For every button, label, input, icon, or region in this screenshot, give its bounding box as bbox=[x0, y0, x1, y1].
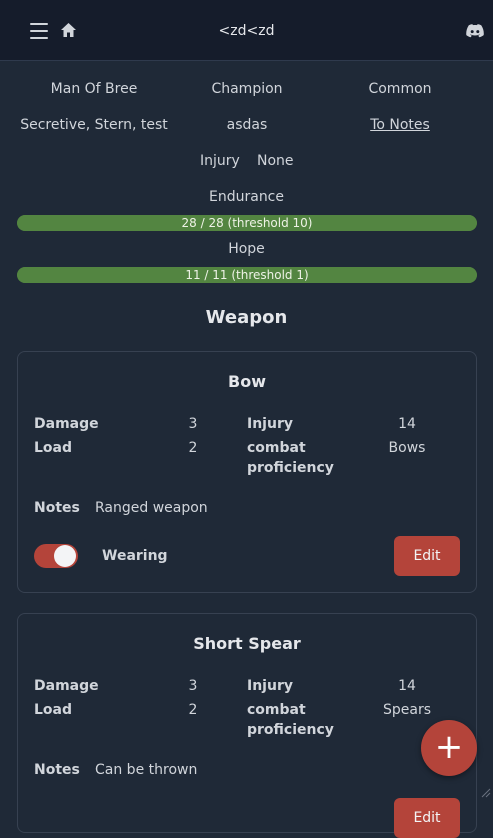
weapon-name: Bow bbox=[228, 372, 266, 391]
combat-proficiency-label: combat bbox=[247, 440, 306, 456]
wearing-label: Wearing bbox=[102, 548, 168, 564]
combat-proficiency-label-2: proficiency bbox=[247, 460, 334, 476]
proficiency-value: Spears bbox=[382, 702, 431, 718]
culture-text: Man Of Bree bbox=[50, 81, 138, 97]
hope-bar-text: 11 / 11 (threshold 1) bbox=[185, 268, 309, 282]
combat-proficiency-label: combat bbox=[247, 702, 306, 718]
notes-value: Ranged weapon bbox=[95, 500, 208, 516]
hope-bar: 11 / 11 (threshold 1) bbox=[17, 267, 477, 283]
injury-label: Injury bbox=[200, 153, 240, 169]
injury-value: None bbox=[257, 153, 294, 169]
load-value: 2 bbox=[188, 702, 198, 718]
notes-label: Notes bbox=[34, 762, 80, 778]
section-title: Weapon bbox=[205, 307, 288, 328]
edit-button[interactable]: Edit bbox=[394, 536, 460, 576]
hope-label: Hope bbox=[228, 241, 265, 257]
damage-value: 3 bbox=[188, 678, 198, 694]
top-app-bar: <zd<zd bbox=[0, 0, 493, 61]
standard-of-living-text: Common bbox=[368, 81, 432, 97]
app-title: <zd<zd bbox=[218, 23, 275, 39]
to-notes-link[interactable]: To Notes bbox=[370, 117, 430, 133]
proficiency-value: Bows bbox=[388, 440, 426, 456]
endurance-bar: 28 / 28 (threshold 10) bbox=[17, 215, 477, 231]
weapon-name: Short Spear bbox=[193, 634, 301, 653]
injury-value: 14 bbox=[398, 416, 416, 432]
to-notes-link-wrapper[interactable]: To Notes bbox=[306, 117, 493, 133]
injury-value: 14 bbox=[398, 678, 416, 694]
notes-value: Can be thrown bbox=[95, 762, 198, 778]
toggle-knob bbox=[54, 545, 76, 567]
edit-button[interactable]: Edit bbox=[394, 798, 460, 838]
notes-label: Notes bbox=[34, 500, 80, 516]
load-label: Load bbox=[34, 702, 73, 718]
calling-text: Champion bbox=[211, 81, 283, 97]
load-label: Load bbox=[34, 440, 73, 456]
wearing-toggle[interactable] bbox=[34, 544, 78, 568]
discord-icon[interactable] bbox=[466, 24, 484, 42]
resize-grip-icon[interactable] bbox=[479, 786, 491, 798]
patron-text: asdas bbox=[226, 117, 268, 133]
damage-label: Damage bbox=[34, 678, 99, 694]
combat-proficiency-label-2: proficiency bbox=[247, 722, 334, 738]
add-weapon-fab[interactable]: + bbox=[421, 720, 477, 776]
damage-label: Damage bbox=[34, 416, 99, 432]
weapon-card: Short Spear Damage 3 Injury 14 Load 2 co… bbox=[17, 613, 477, 838]
load-value: 2 bbox=[188, 440, 198, 456]
endurance-bar-text: 28 / 28 (threshold 10) bbox=[181, 216, 313, 230]
injury-label: Injury bbox=[247, 416, 293, 432]
traits-text: Secretive, Stern, test bbox=[20, 117, 168, 133]
weapon-card: Bow Damage 3 Injury 14 Load 2 combat pro… bbox=[17, 351, 477, 593]
damage-value: 3 bbox=[188, 416, 198, 432]
injury-label: Injury bbox=[247, 678, 293, 694]
endurance-label: Endurance bbox=[209, 189, 284, 205]
